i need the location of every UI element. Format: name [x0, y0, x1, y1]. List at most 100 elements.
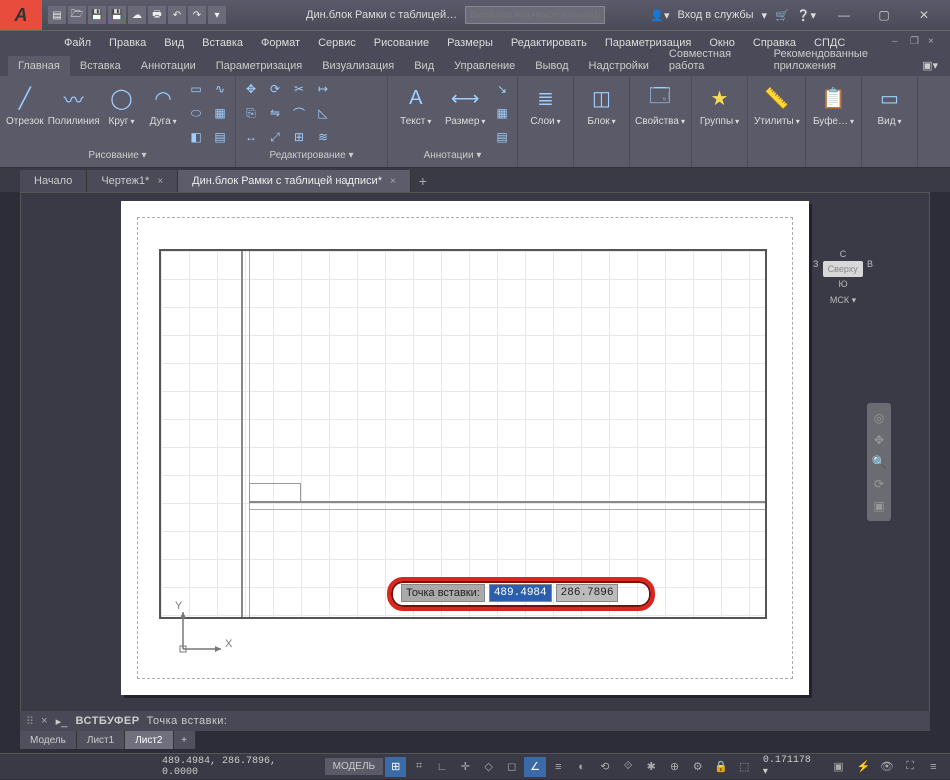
signin-label[interactable]: Вход в службы — [677, 9, 753, 21]
viewcube-south[interactable]: Ю — [813, 279, 873, 289]
ribbon-tab-annotate[interactable]: Аннотации — [131, 56, 206, 76]
mirror-icon[interactable]: ⇋ — [264, 102, 286, 124]
hardware-accel-icon[interactable]: ⚡ — [853, 757, 874, 777]
annoauto-icon[interactable]: ⊕ — [664, 757, 685, 777]
qat-redo-icon[interactable]: ↷ — [188, 6, 206, 24]
minimize-button[interactable]: — — [824, 0, 864, 30]
extend-icon[interactable]: ↦ — [312, 78, 334, 100]
space-toggle[interactable]: МОДЕЛЬ — [325, 758, 383, 775]
command-line[interactable]: ⠿ × ▸_ ВСТБУФЕР Точка вставки: — [20, 711, 930, 731]
units-icon[interactable]: ⬚ — [734, 757, 755, 777]
ellipse-icon[interactable]: ⬭ — [185, 102, 207, 124]
chamfer-icon[interactable]: ◺ — [312, 102, 334, 124]
close-icon[interactable]: × — [390, 176, 396, 187]
offset-icon[interactable]: ≋ — [312, 126, 334, 148]
viewport-frame[interactable]: Точка вставки: 489.4984 286.7896 — [159, 249, 767, 619]
copy-icon[interactable]: ⎘ — [240, 102, 262, 124]
signin-icon[interactable]: 👤▾ — [650, 9, 669, 22]
qat-undo-icon[interactable]: ↶ — [168, 6, 186, 24]
menu-modify[interactable]: Редактировать — [503, 34, 595, 52]
ribbon-tab-visualize[interactable]: Визуализация — [312, 56, 404, 76]
osnap-toggle-icon[interactable]: ◻ — [501, 757, 522, 777]
panel-title-draw[interactable]: Рисование ▾ — [4, 149, 231, 165]
selection-cycling-icon[interactable]: ⟲ — [594, 757, 615, 777]
search-input[interactable] — [465, 6, 605, 24]
viewcube-face[interactable]: Сверху — [823, 261, 863, 277]
viewcube-north[interactable]: С — [813, 249, 873, 259]
hatch-icon[interactable]: ▦ — [209, 102, 231, 124]
menu-view[interactable]: Вид — [156, 34, 192, 52]
mtext-icon[interactable]: ▤ — [491, 126, 513, 148]
dynamic-input-y[interactable]: 286.7896 — [556, 584, 619, 602]
viewcube[interactable]: С ЗСверхуВ Ю МСК ▾ — [813, 249, 873, 306]
workspace-icon[interactable]: ⚙ — [687, 757, 708, 777]
menu-dimension[interactable]: Размеры — [439, 34, 501, 52]
fillet-icon[interactable]: ⌒ — [288, 102, 310, 124]
arc-button[interactable]: ◠Дуга — [143, 78, 183, 131]
rect-icon[interactable]: ▭ — [185, 78, 207, 100]
stretch-icon[interactable]: ↔ — [240, 126, 262, 148]
mdi-close-icon[interactable]: × — [928, 36, 942, 50]
qat-save-icon[interactable]: 💾 — [88, 6, 106, 24]
nav-pan-icon[interactable]: ✥ — [867, 429, 891, 451]
layout-add-button[interactable]: + — [174, 731, 196, 749]
qat-cloud-icon[interactable]: ☁ — [128, 6, 146, 24]
array-icon[interactable]: ⊞ — [288, 126, 310, 148]
ribbon-tab-manage[interactable]: Управление — [444, 56, 525, 76]
close-icon[interactable]: × — [157, 176, 163, 187]
circle-button[interactable]: ◯Круг — [102, 78, 142, 131]
customize-status-icon[interactable]: ≡ — [923, 757, 944, 777]
isodraft-icon[interactable]: ◇ — [478, 757, 499, 777]
ribbon-tab-featured[interactable]: Рекомендованные приложения — [764, 44, 918, 76]
block-button[interactable]: ◫Блок — [578, 78, 625, 131]
ribbon-tab-addins[interactable]: Надстройки — [579, 56, 659, 76]
ribbon-tab-insert[interactable]: Вставка — [70, 56, 131, 76]
table-icon[interactable]: ▤ — [209, 126, 231, 148]
groups-button[interactable]: ★Группы — [696, 78, 743, 131]
viewcube-wcs[interactable]: МСК ▾ — [813, 295, 873, 306]
transparency-icon[interactable]: ◐ — [571, 757, 592, 777]
isolate-icon[interactable]: 👁 — [876, 757, 897, 777]
qat-new-icon[interactable]: ▤ — [48, 6, 66, 24]
qat-saveas-icon[interactable]: 💾 — [108, 6, 126, 24]
region-icon[interactable]: ◧ — [185, 126, 207, 148]
menu-format[interactable]: Формат — [253, 34, 308, 52]
trim-icon[interactable]: ✂ — [288, 78, 310, 100]
nav-zoom-icon[interactable]: 🔍 — [867, 451, 891, 473]
nav-showmotion-icon[interactable]: ▣ — [867, 495, 891, 517]
cmdline-grip-icon[interactable]: ⠿ — [26, 715, 35, 728]
ribbon-expand-icon[interactable]: ▣▾ — [918, 55, 942, 76]
panel-title-modify[interactable]: Редактирование ▾ — [240, 149, 383, 165]
view-button[interactable]: ▭Вид — [866, 78, 913, 131]
rotate-icon[interactable]: ⟳ — [264, 78, 286, 100]
ribbon-tab-collab[interactable]: Совместная работа — [659, 44, 764, 76]
spline-icon[interactable]: ∿ — [209, 78, 231, 100]
snap-toggle-icon[interactable]: ⌗ — [408, 757, 429, 777]
grid-toggle-icon[interactable]: ⊞ — [385, 757, 406, 777]
menu-file[interactable]: Файл — [56, 34, 99, 52]
layers-button[interactable]: ≣Слои — [522, 78, 569, 131]
layout-tab-sheet2[interactable]: Лист2 — [125, 731, 173, 749]
cursor-coordinates[interactable]: 489.4984, 286.7896, 0.0000 — [156, 754, 319, 780]
menu-insert[interactable]: Вставка — [194, 34, 251, 52]
polar-toggle-icon[interactable]: ✛ — [455, 757, 476, 777]
doc-tab-drawing1[interactable]: Чертеж1*× — [87, 170, 178, 192]
viewcube-west[interactable]: З — [813, 259, 818, 279]
qat-more-icon[interactable]: ▾ — [208, 6, 226, 24]
move-icon[interactable]: ✥ — [240, 78, 262, 100]
utilities-button[interactable]: 📏Утилиты — [752, 78, 802, 131]
table-annot-icon[interactable]: ▦ — [491, 102, 513, 124]
annovis-icon[interactable]: ✱ — [641, 757, 662, 777]
annoscale-icon[interactable]: ⟐ — [617, 757, 638, 777]
cart-icon[interactable]: 🛒 — [775, 9, 789, 22]
new-tab-button[interactable]: + — [411, 170, 435, 192]
close-button[interactable]: ✕ — [904, 0, 944, 30]
ribbon-tab-home[interactable]: Главная — [8, 56, 70, 76]
ucs-icon[interactable]: Y X — [173, 604, 233, 667]
viewport-scale[interactable]: 0.171178 ▾ — [757, 755, 826, 778]
nav-orbit-icon[interactable]: ⟳ — [867, 473, 891, 495]
menu-draw[interactable]: Рисование — [366, 34, 437, 52]
layout-tab-sheet1[interactable]: Лист1 — [77, 731, 125, 749]
exchange-icon[interactable]: ▾ — [762, 9, 768, 22]
qat-plot-icon[interactable]: 🖶 — [148, 6, 166, 24]
